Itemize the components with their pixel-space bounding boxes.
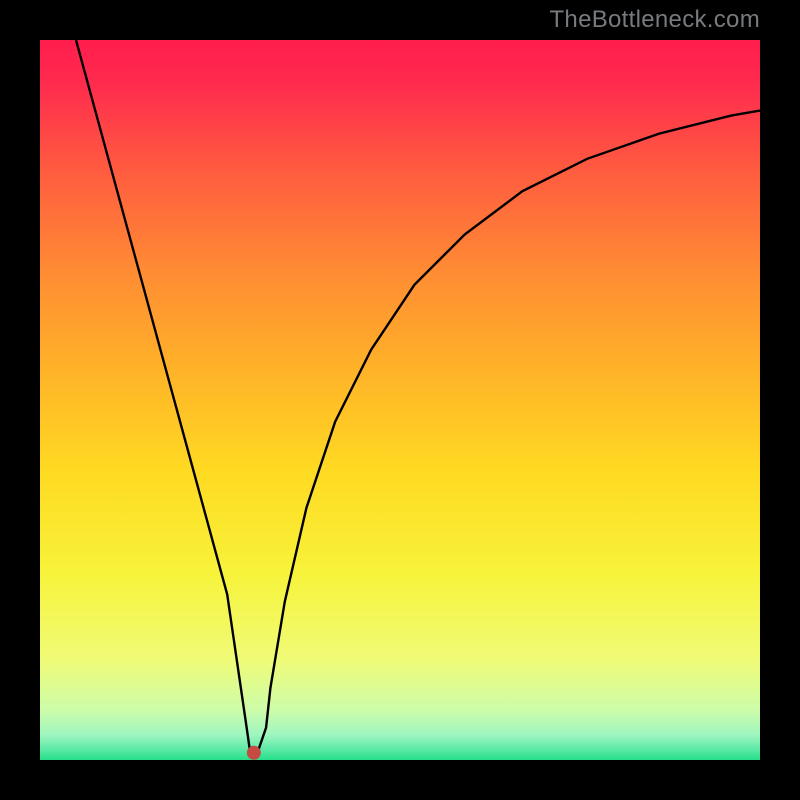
- plot-area: [40, 40, 760, 760]
- curve-layer: [40, 40, 760, 760]
- bottleneck-curve: [76, 40, 760, 753]
- watermark-text: TheBottleneck.com: [549, 6, 760, 34]
- minimum-marker: [247, 746, 261, 760]
- chart-frame: TheBottleneck.com: [0, 0, 800, 800]
